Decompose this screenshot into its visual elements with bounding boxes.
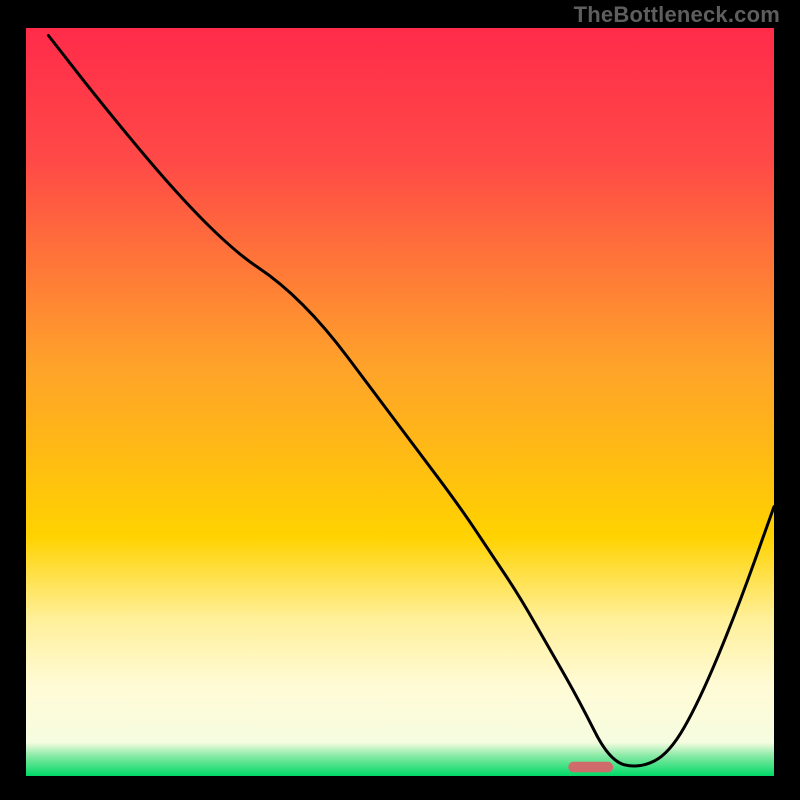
optimum-marker (568, 762, 613, 773)
chart-canvas: TheBottleneck.com (0, 0, 800, 800)
watermark-text: TheBottleneck.com (574, 2, 780, 28)
chart-svg (0, 0, 800, 800)
plot-area (26, 28, 774, 776)
